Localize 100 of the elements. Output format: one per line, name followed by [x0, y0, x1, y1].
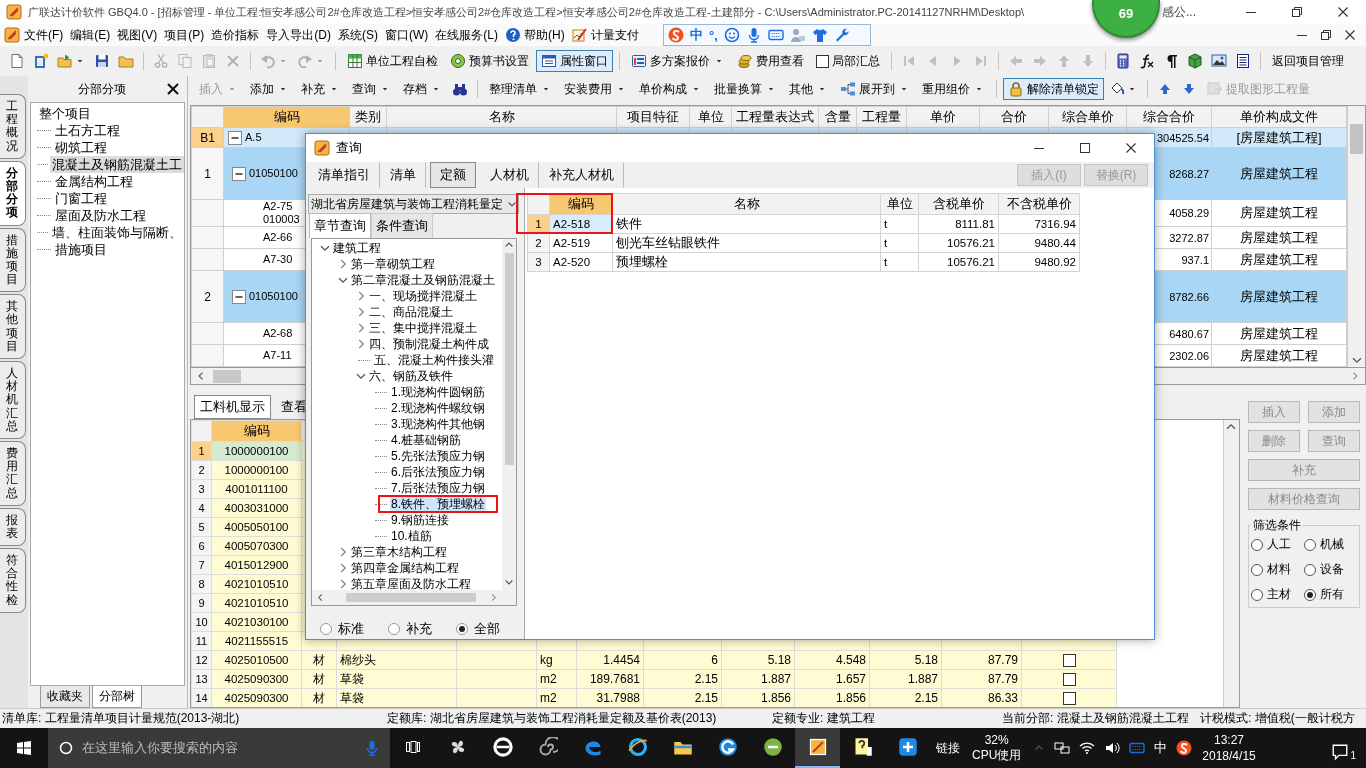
- list-icon[interactable]: [1235, 53, 1251, 69]
- radio-button[interactable]: 设备: [1304, 561, 1357, 578]
- function-icon[interactable]: [1139, 53, 1155, 69]
- column-header[interactable]: 综合合价: [1126, 106, 1212, 128]
- notification-button[interactable]: 1: [1331, 735, 1356, 761]
- paint-bucket-icon[interactable]: [1109, 81, 1125, 97]
- radio-button[interactable]: 所有: [1304, 586, 1357, 603]
- search-field[interactable]: 在这里输入你要搜索的内容: [48, 728, 390, 768]
- minus-box-icon[interactable]: [227, 129, 243, 146]
- tree-item[interactable]: 第二章混凝土及钢筋混凝土: [350, 272, 496, 288]
- radio-button[interactable]: 补充: [388, 620, 432, 638]
- checkbox[interactable]: 局部汇总: [811, 50, 885, 72]
- input-method-icon[interactable]: [1176, 740, 1193, 756]
- toolbar-button[interactable]: 展开到: [835, 78, 915, 100]
- radio-button[interactable]: 机械: [1304, 536, 1357, 553]
- tree-item[interactable]: 金属结构工程: [53, 173, 135, 190]
- task-view-icon[interactable]: [404, 739, 421, 755]
- toolbar-button[interactable]: 单位工程自检: [342, 50, 443, 72]
- side-tab[interactable]: 其他项目: [0, 294, 26, 359]
- side-tab[interactable]: 费用汇总: [0, 440, 26, 506]
- radio-button[interactable]: 标准: [320, 620, 364, 638]
- row-number[interactable]: 2: [191, 270, 224, 323]
- menu-item[interactable]: 项目(P): [161, 25, 208, 45]
- browser-icon[interactable]: [492, 737, 513, 757]
- ime-mode-toggle[interactable]: 中: [690, 26, 703, 44]
- tab[interactable]: 章节查询: [309, 213, 371, 238]
- cpu-meter[interactable]: 32% CPU使用: [966, 733, 1028, 763]
- scrollbar-thumb[interactable]: [1350, 124, 1363, 154]
- tree-item[interactable]: 一、现场搅拌混凝土: [368, 288, 478, 304]
- volume-icon[interactable]: [1104, 740, 1121, 756]
- radio-button[interactable]: 主材: [1251, 586, 1304, 603]
- tree-item[interactable]: 整个项目: [37, 105, 93, 122]
- new-file-icon[interactable]: [9, 53, 25, 69]
- notepad-icon[interactable]: [807, 737, 828, 757]
- tree-item[interactable]: 土石方工程: [53, 122, 122, 139]
- scrollbar[interactable]: [1223, 420, 1239, 707]
- tree-item[interactable]: 六、钢筋及铁件: [368, 368, 454, 384]
- shirt-icon[interactable]: [811, 27, 828, 43]
- tree-item[interactable]: 五、混凝土构件接头灌: [373, 352, 495, 368]
- column-header[interactable]: 合价: [979, 106, 1049, 128]
- binoculars-icon[interactable]: [452, 81, 468, 97]
- checkbox[interactable]: [1062, 691, 1076, 705]
- close-bold-icon[interactable]: [165, 81, 181, 97]
- punctuation-toggle[interactable]: °,: [709, 27, 718, 43]
- tree-item[interactable]: 2.现浇构件螺纹钢: [390, 400, 486, 416]
- radio-button[interactable]: 人工: [1251, 536, 1304, 553]
- minus-box-icon[interactable]: [231, 165, 247, 182]
- table-row[interactable]: 3 A2-520 预埋螺栓 t 10576.21 9480.92: [527, 252, 1080, 272]
- column-header[interactable]: 含税单价: [918, 193, 999, 215]
- row-number[interactable]: 1: [191, 147, 224, 200]
- tree-item[interactable]: 10.植筋: [390, 528, 433, 544]
- column-header[interactable]: 含量: [818, 106, 857, 128]
- cross-app-icon[interactable]: [897, 737, 918, 757]
- toolbar-button[interactable]: 多方案报价: [626, 50, 730, 72]
- tree-item[interactable]: 7.后张法预应力钢: [390, 480, 486, 496]
- column-header[interactable]: 类别: [349, 106, 387, 128]
- maximize-icon[interactable]: [1077, 140, 1093, 156]
- scrollbar[interactable]: [1347, 106, 1365, 367]
- side-tab[interactable]: 工程概况: [0, 94, 26, 159]
- toolbar-button[interactable]: 添加: [245, 78, 294, 100]
- toolbar-button[interactable]: 单价构成: [634, 78, 707, 100]
- row-number[interactable]: B1: [191, 127, 224, 148]
- column-header[interactable]: 单价构成文件: [1211, 106, 1347, 128]
- cube-icon[interactable]: [1187, 53, 1203, 69]
- round-app-icon[interactable]: [762, 737, 783, 757]
- tab[interactable]: 定额: [430, 162, 476, 188]
- radio-button[interactable]: 材料: [1251, 561, 1304, 578]
- column-header[interactable]: 不含税单价: [998, 193, 1080, 215]
- tree-item[interactable]: 四、预制混凝土构件成: [368, 336, 490, 352]
- tree-item[interactable]: 1.现浇构件圆钢筋: [390, 384, 486, 400]
- tab[interactable]: 条件查询: [371, 213, 433, 238]
- tree-item[interactable]: 3.现浇构件其他钢: [390, 416, 486, 432]
- tree-item[interactable]: 门窗工程: [53, 190, 109, 207]
- toolbar-button[interactable]: 整理清单: [484, 78, 557, 100]
- menu-item[interactable]: 造价指标: [208, 25, 263, 45]
- toolbar-button[interactable]: 返回项目管理: [1267, 50, 1349, 72]
- toolbar-button[interactable]: 预算书设置: [445, 50, 534, 72]
- tree-item[interactable]: 措施项目: [53, 241, 109, 258]
- toolbar-button[interactable]: 补充: [296, 78, 345, 100]
- tree-item[interactable]: 第五章屋面及防水工程: [350, 576, 472, 590]
- toolbar-button[interactable]: 解除清单锁定: [1003, 78, 1104, 100]
- tree-item[interactable]: 建筑工程: [332, 240, 382, 256]
- tree-item[interactable]: 第四章金属结构工程: [350, 560, 460, 576]
- spiral-icon[interactable]: [537, 737, 558, 757]
- side-tab[interactable]: 措施项目: [0, 227, 26, 293]
- ime-indicator[interactable]: 中: [1154, 739, 1168, 757]
- menu-item[interactable]: 帮助(H): [502, 25, 568, 45]
- calculator-icon[interactable]: [1115, 53, 1131, 69]
- globe-ring-icon[interactable]: [627, 737, 648, 757]
- tree-item[interactable]: 混凝土及钢筋混凝土工: [50, 156, 184, 173]
- toolbar-button[interactable]: 安装费用: [559, 78, 632, 100]
- tree-item[interactable]: 墙、柱面装饰与隔断、: [50, 224, 184, 241]
- toolbar-button[interactable]: 查询: [347, 78, 396, 100]
- menu-item[interactable]: 视图(V): [114, 25, 161, 45]
- tab[interactable]: 工料机显示: [194, 395, 271, 419]
- toolbar-button[interactable]: 费用查看: [732, 50, 809, 72]
- scrollbar-thumb[interactable]: [504, 253, 514, 465]
- menu-item[interactable]: 计量支付: [568, 25, 642, 45]
- tree-item[interactable]: 9.钢筋连接: [390, 512, 450, 528]
- tree-item[interactable]: 砌筑工程: [53, 139, 109, 156]
